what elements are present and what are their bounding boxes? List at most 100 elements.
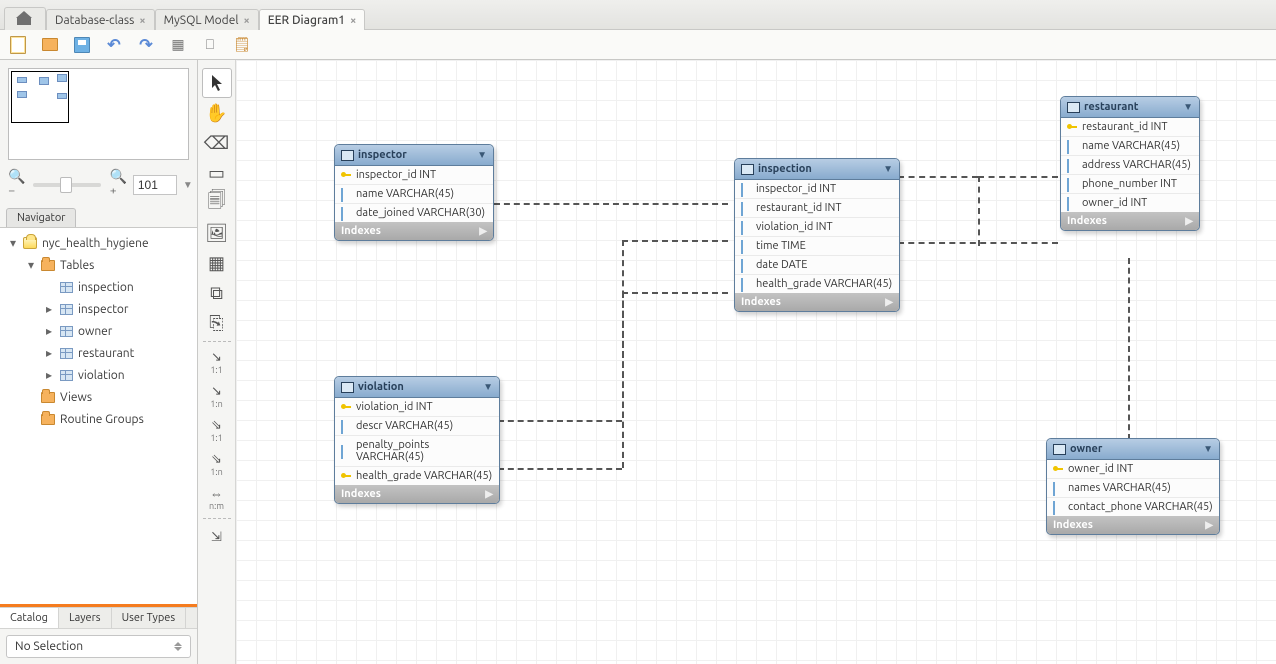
tool-routine[interactable]: ⎘ [202, 308, 232, 338]
relationship-line[interactable] [898, 176, 978, 178]
chevron-right-icon[interactable]: ▶ [1185, 215, 1193, 227]
relationship-line[interactable] [494, 203, 728, 205]
tab-home[interactable] [4, 7, 46, 30]
tree-table-owner[interactable]: ▸owner [36, 320, 197, 342]
column-row[interactable]: violation_id INT [735, 217, 899, 236]
column-row[interactable]: restaurant_id INT [735, 198, 899, 217]
chevron-down-icon[interactable]: ▼ [1203, 443, 1213, 455]
tab-eer-diagram[interactable]: EER Diagram1 × [259, 9, 366, 30]
column-row[interactable]: owner_id INT [1061, 193, 1199, 212]
tool-pointer[interactable] [202, 68, 232, 98]
entity-indexes[interactable]: Indexes▶ [335, 222, 493, 240]
column-row[interactable]: time TIME [735, 236, 899, 255]
minimap[interactable] [8, 68, 189, 160]
expand-icon[interactable]: ▸ [44, 368, 54, 382]
column-row[interactable]: contact_phone VARCHAR(45) [1047, 497, 1219, 516]
notes-button[interactable]: 🗒 [232, 35, 252, 55]
toggle-grid-button[interactable]: ▦ [168, 35, 188, 55]
entity-header[interactable]: violation ▼ [335, 377, 499, 398]
entity-indexes[interactable]: Indexes▶ [1047, 516, 1219, 534]
entity-header[interactable]: inspection ▼ [735, 159, 899, 180]
entity-restaurant[interactable]: restaurant ▼ restaurant_id INTname VARCH… [1060, 96, 1200, 231]
entity-header[interactable]: restaurant ▼ [1061, 97, 1199, 118]
expand-icon[interactable]: ▾ [8, 236, 18, 250]
entity-header[interactable]: owner ▼ [1047, 439, 1219, 460]
tree-routines-node[interactable]: Routine Groups [18, 408, 197, 430]
entity-indexes[interactable]: Indexes▶ [335, 485, 499, 503]
zoom-out-button[interactable]: 🔍⁻ [8, 168, 25, 202]
chevron-down-icon[interactable]: ▼ [883, 163, 893, 175]
tree-table-inspector[interactable]: ▸inspector [36, 298, 197, 320]
expand-icon[interactable]: ▸ [44, 324, 54, 338]
tool-table[interactable]: ▦ [202, 248, 232, 278]
entity-inspection[interactable]: inspection ▼ inspector_id INTrestaurant_… [734, 158, 900, 312]
relationship-line[interactable] [1128, 258, 1130, 440]
tool-eraser[interactable]: ⌫ [202, 128, 232, 158]
diagram-canvas[interactable]: inspector ▼ inspector_id INTname VARCHAR… [236, 60, 1276, 664]
spinner-icon[interactable] [174, 642, 182, 651]
chevron-right-icon[interactable]: ▶ [479, 225, 487, 237]
column-row[interactable]: violation_id INT [335, 398, 499, 416]
zoom-in-button[interactable]: 🔍⁺ [109, 168, 126, 202]
zoom-value-input[interactable] [133, 175, 177, 195]
tool-rel-1-1-nonid[interactable]: ↘1:1 [202, 345, 232, 379]
tree-tables-node[interactable]: ▾ Tables [18, 254, 197, 276]
tree-table-inspection[interactable]: inspection [36, 276, 197, 298]
new-file-button[interactable] [8, 35, 28, 55]
tab-database-class[interactable]: Database-class × [46, 9, 155, 30]
chevron-right-icon[interactable]: ▶ [885, 296, 893, 308]
relationship-line[interactable] [978, 176, 980, 246]
tool-rel-n-m[interactable]: ⇔n:m [202, 481, 232, 515]
chevron-down-icon[interactable]: ▼ [477, 149, 487, 161]
tool-view[interactable]: ⧉ [202, 278, 232, 308]
subtab-user-types[interactable]: User Types [112, 608, 187, 628]
tool-rel-1-n-nonid[interactable]: ↘1:n [202, 379, 232, 413]
column-row[interactable]: health_grade VARCHAR(45) [735, 274, 899, 293]
subtab-catalog[interactable]: Catalog [0, 608, 59, 628]
open-file-button[interactable] [40, 35, 60, 55]
selection-dropdown[interactable]: No Selection [6, 635, 191, 658]
column-row[interactable]: date_joined VARCHAR(30) [335, 203, 493, 222]
tree-views-node[interactable]: Views [18, 386, 197, 408]
relationship-line[interactable] [498, 468, 622, 470]
column-row[interactable]: inspector_id INT [735, 180, 899, 198]
zoom-dropdown-button[interactable]: ▼ [183, 179, 193, 191]
column-row[interactable]: names VARCHAR(45) [1047, 478, 1219, 497]
close-icon[interactable]: × [243, 15, 249, 27]
close-icon[interactable]: × [350, 15, 356, 27]
tool-rel-1-1-id[interactable]: ⇘1:1 [202, 413, 232, 447]
tree-table-restaurant[interactable]: ▸restaurant [36, 342, 197, 364]
tool-note[interactable]: 🗐 [202, 188, 232, 218]
column-row[interactable]: owner_id INT [1047, 460, 1219, 478]
entity-inspector[interactable]: inspector ▼ inspector_id INTname VARCHAR… [334, 144, 494, 241]
subtab-layers[interactable]: Layers [59, 608, 112, 628]
chevron-down-icon[interactable]: ▼ [1183, 101, 1193, 113]
tree-db-node[interactable]: ▾ nyc_health_hygiene [0, 232, 197, 254]
navigator-tab[interactable]: Navigator [6, 208, 76, 227]
relationship-line[interactable] [498, 420, 622, 422]
expand-icon[interactable]: ▸ [44, 302, 54, 316]
undo-button[interactable]: ↶ [104, 35, 124, 55]
entity-indexes[interactable]: Indexes▶ [1061, 212, 1199, 230]
column-row[interactable]: health_grade VARCHAR(45) [335, 466, 499, 485]
chevron-down-icon[interactable]: ▼ [483, 381, 493, 393]
relationship-line[interactable] [622, 292, 728, 294]
entity-header[interactable]: inspector ▼ [335, 145, 493, 166]
relationship-line[interactable] [898, 242, 1058, 244]
relationship-line[interactable] [978, 176, 1058, 178]
entity-violation[interactable]: violation ▼ violation_id INTdescr VARCHA… [334, 376, 500, 504]
align-button[interactable]: ⎕ [200, 35, 220, 55]
column-row[interactable]: inspector_id INT [335, 166, 493, 184]
tool-hand[interactable]: ✋ [202, 98, 232, 128]
entity-owner[interactable]: owner ▼ owner_id INTnames VARCHAR(45)con… [1046, 438, 1220, 535]
column-row[interactable]: date DATE [735, 255, 899, 274]
close-icon[interactable]: × [139, 15, 145, 27]
chevron-right-icon[interactable]: ▶ [485, 488, 493, 500]
tool-layer[interactable]: ▭ [202, 158, 232, 188]
column-row[interactable]: phone_number INT [1061, 174, 1199, 193]
expand-icon[interactable]: ▸ [44, 346, 54, 360]
tool-rel-existing[interactable]: ⇲ [202, 522, 232, 552]
tree-table-violation[interactable]: ▸violation [36, 364, 197, 386]
save-button[interactable] [72, 35, 92, 55]
relationship-line[interactable] [622, 292, 624, 468]
